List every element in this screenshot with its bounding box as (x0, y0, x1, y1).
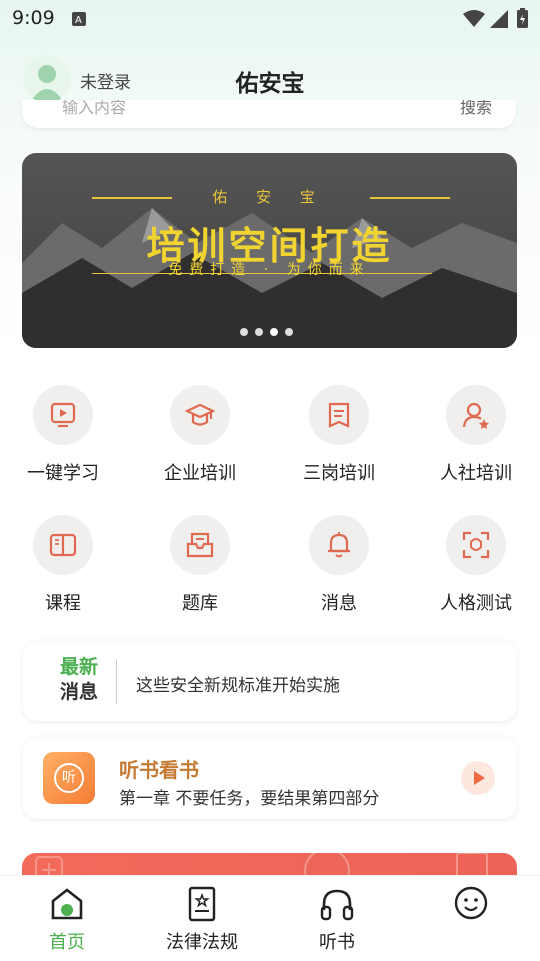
grid-label: 三岗培训 (303, 463, 375, 484)
status-time: 9:09 (12, 7, 55, 29)
document-icon (309, 385, 369, 445)
smiley-icon (411, 886, 531, 924)
search-input[interactable]: 输入内容 (62, 100, 126, 118)
carousel-dots (240, 321, 300, 340)
bell-icon (309, 515, 369, 575)
tab-profile[interactable] (411, 886, 531, 928)
grid-label: 课程 (45, 593, 81, 614)
audiobook-card[interactable]: 听 听书看书 第一章 不要任务，要结果第四部分 (23, 737, 517, 819)
svg-text:A: A (75, 15, 82, 26)
grid-item-social[interactable]: 人社培训 (416, 385, 536, 485)
book-icon (33, 515, 93, 575)
battery-icon (517, 8, 528, 32)
user-star-icon (446, 385, 506, 445)
audiobook-title: 听书看书 (119, 758, 199, 782)
inbox-icon (170, 515, 230, 575)
banner-subtitle: 佑 安 宝 (212, 188, 327, 206)
signal-icon (490, 10, 508, 32)
tab-label: 法律法规 (166, 932, 238, 953)
play-video-icon (33, 385, 93, 445)
face-scan-icon (446, 515, 506, 575)
banner-slogan: 免费打造 · 为你而来 (168, 262, 371, 278)
audiobook-chapter: 第一章 不要任务，要结果第四部分 (119, 789, 380, 809)
audiobook-cover: 听 (43, 752, 95, 804)
headphones-icon (277, 886, 397, 924)
grid-label: 消息 (321, 593, 357, 614)
status-bar: 9:09 A (0, 0, 540, 36)
news-card[interactable]: 最新 消息 这些安全新规标准开始实施 (23, 641, 517, 721)
tab-label: 首页 (49, 932, 85, 953)
grid-label: 人格测试 (440, 593, 512, 614)
wifi-icon (463, 10, 485, 32)
search-button[interactable]: 搜索 (460, 100, 492, 118)
tab-label: 听书 (319, 932, 355, 953)
grid-label: 一键学习 (27, 463, 99, 484)
listen-icon: 听 (54, 763, 84, 793)
graduation-cap-icon (170, 385, 230, 445)
bottom-tab-bar: 首页 法律法规 听书 (0, 875, 540, 961)
banner-carousel[interactable]: 佑 安 宝 培训空间打造 免费打造 · 为你而来 (22, 153, 517, 348)
page-title: 佑安宝 (235, 71, 305, 97)
tab-laws[interactable]: 法律法规 (142, 886, 262, 954)
news-badge: 最新 消息 (55, 655, 103, 705)
news-badge-line2: 消息 (59, 681, 98, 703)
tab-audiobook[interactable]: 听书 (277, 886, 397, 954)
grid-item-personality[interactable]: 人格测试 (416, 515, 536, 615)
carousel-dot[interactable] (285, 328, 293, 336)
play-icon[interactable] (461, 761, 495, 795)
divider (116, 659, 117, 704)
grid-item-learn[interactable]: 一键学习 (3, 385, 123, 485)
tab-home[interactable]: 首页 (7, 886, 127, 954)
grid-item-question-bank[interactable]: 题库 (140, 515, 260, 615)
grid-item-enterprise[interactable]: 企业培训 (140, 385, 260, 485)
grid-item-course[interactable]: 课程 (3, 515, 123, 615)
home-icon (7, 886, 127, 924)
news-headline[interactable]: 这些安全新规标准开始实施 (136, 671, 340, 696)
news-badge-line1: 最新 (59, 656, 98, 678)
law-book-icon (142, 886, 262, 924)
grid-label: 企业培训 (164, 463, 236, 484)
carousel-dot-active[interactable] (270, 328, 278, 336)
grid-label: 人社培训 (440, 463, 512, 484)
grid-item-three-post[interactable]: 三岗培训 (279, 385, 399, 485)
notification-icon: A (72, 11, 86, 30)
search-bar[interactable]: 输入内容 搜索 (22, 100, 516, 128)
carousel-dot[interactable] (255, 328, 263, 336)
carousel-dot[interactable] (240, 328, 248, 336)
grid-item-messages[interactable]: 消息 (279, 515, 399, 615)
grid-label: 题库 (182, 593, 218, 614)
